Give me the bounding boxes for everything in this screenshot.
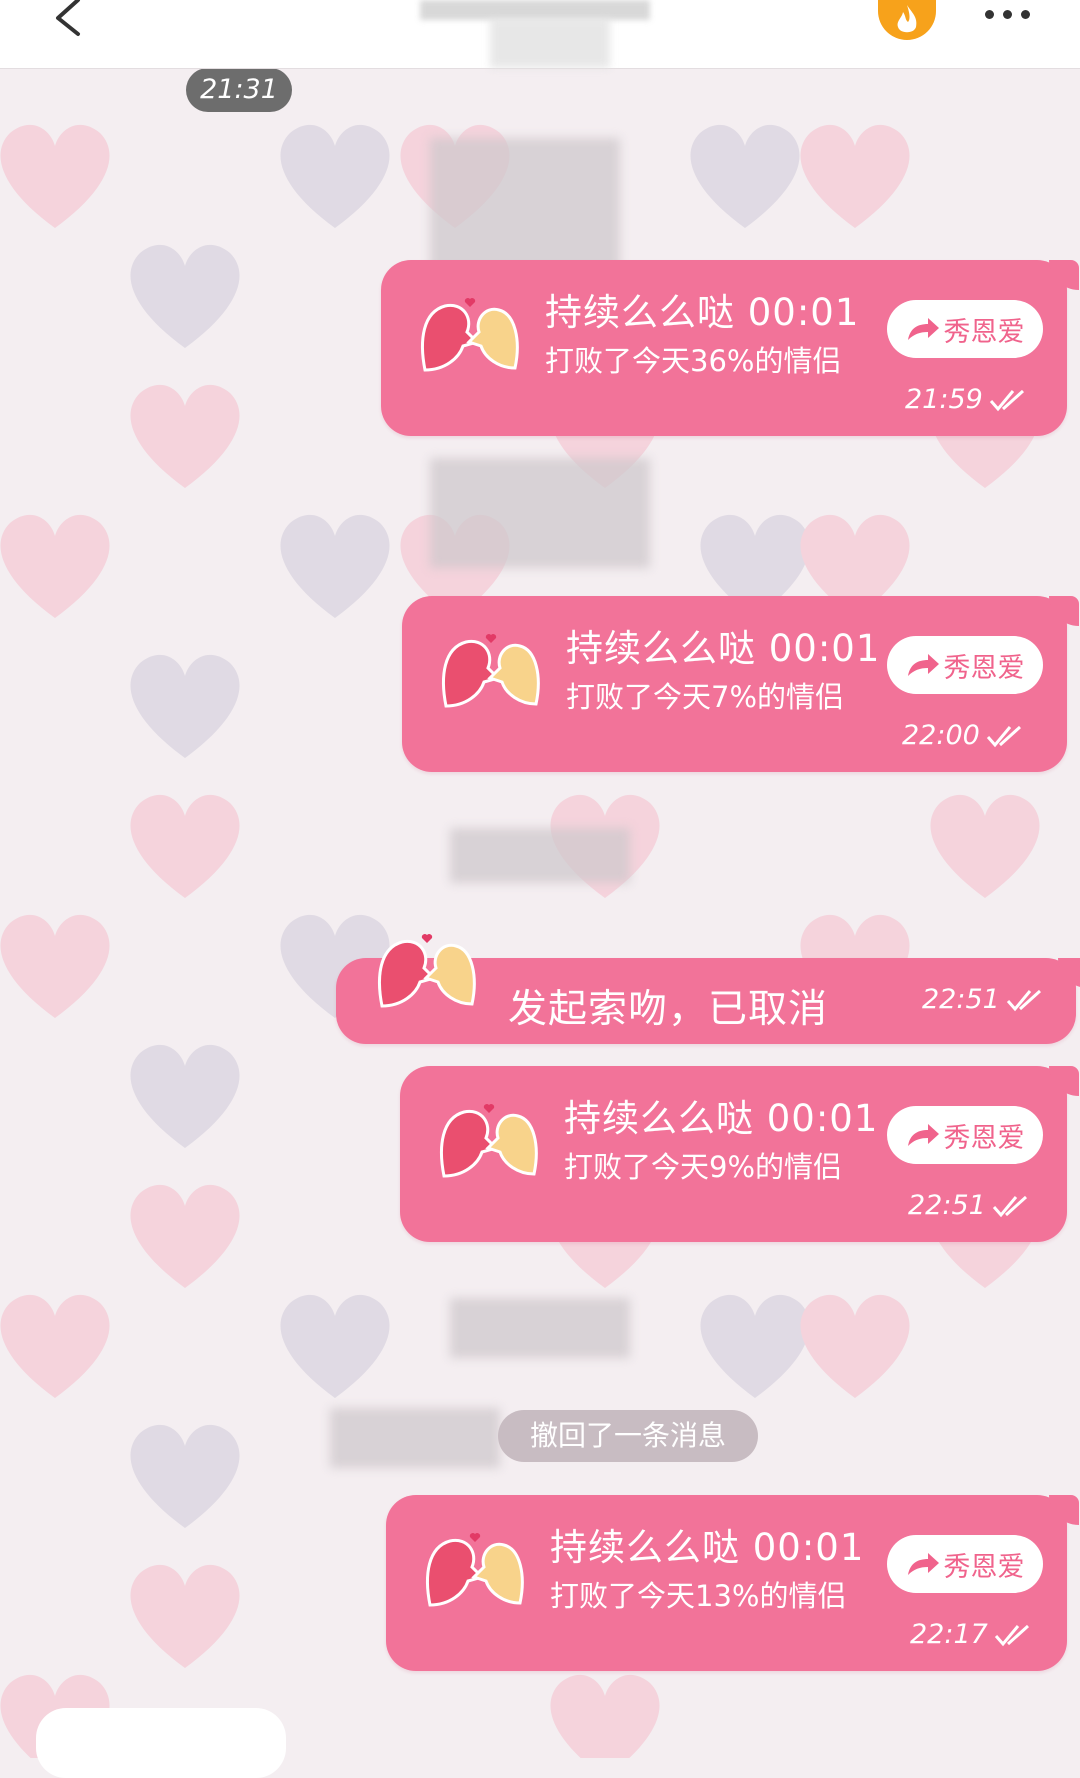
- contact-name-blurred-2: [490, 18, 610, 68]
- kissing-birds-icon: [442, 634, 540, 708]
- kiss-record-message[interactable]: 持续么么哒 00:01 打败了今天13%的情侣 秀恩爱 22:17: [386, 1495, 1079, 1671]
- read-check-icon: [986, 725, 1021, 747]
- partial-received-message[interactable]: [36, 1708, 286, 1778]
- top-bar: [0, 0, 1080, 69]
- back-button[interactable]: [44, 0, 94, 40]
- message-title: 持续么么哒 00:01: [545, 291, 860, 334]
- message-subtitle: 打败了今天13%的情侣: [550, 1579, 847, 1613]
- show-love-label: 秀恩爱: [943, 316, 1025, 348]
- recalled-message-notice: 撤回了一条消息: [498, 1410, 758, 1462]
- blurred-message: [450, 1298, 630, 1358]
- show-love-button[interactable]: 秀恩爱: [887, 1535, 1043, 1593]
- chevron-left-icon: [56, 0, 80, 36]
- read-check-icon: [994, 1624, 1029, 1646]
- flame-icon: [897, 5, 917, 33]
- show-love-button[interactable]: 秀恩爱: [887, 300, 1043, 358]
- show-love-button[interactable]: 秀恩爱: [887, 1106, 1043, 1164]
- kiss-record-message[interactable]: 持续么么哒 00:01 打败了今天7%的情侣 秀恩爱 22:00: [402, 596, 1079, 772]
- read-check-icon: [992, 1195, 1027, 1217]
- message-subtitle: 打败了今天7%的情侣: [566, 680, 845, 714]
- bubble-tail: [1049, 260, 1079, 290]
- message-time: 22:51: [908, 1190, 1030, 1221]
- kissing-birds-icon: [421, 298, 519, 372]
- time-text: 22:00: [902, 720, 980, 751]
- bubble-tail: [1049, 596, 1079, 626]
- bubble-tail: [1058, 958, 1080, 988]
- time-text: 22:51: [908, 1190, 986, 1221]
- read-check-icon: [989, 389, 1024, 411]
- kiss-record-message[interactable]: 持续么么哒 00:01 打败了今天9%的情侣 秀恩爱 22:51: [400, 1066, 1079, 1242]
- message-title: 发起索吻，已取消: [508, 987, 829, 1032]
- show-love-button[interactable]: 秀恩爱: [887, 636, 1043, 694]
- message-time: 21:59: [905, 384, 1027, 415]
- blurred-message: [330, 1408, 500, 1468]
- message-title: 持续么么哒 00:01: [550, 1526, 865, 1569]
- flame-button[interactable]: [878, 0, 936, 40]
- message-time: 22:51: [922, 984, 1044, 1015]
- read-check-icon: [1006, 989, 1041, 1011]
- message-title: 持续么么哒 00:01: [564, 1097, 879, 1140]
- message-subtitle: 打败了今天9%的情侣: [564, 1150, 843, 1184]
- time-text: 22:17: [910, 1619, 988, 1650]
- ellipsis-dot: [1003, 10, 1012, 19]
- ellipsis-dot: [1021, 10, 1030, 19]
- message-subtitle: 打败了今天36%的情侣: [545, 344, 842, 378]
- share-arrow-icon: [907, 654, 939, 676]
- more-options-button[interactable]: [985, 4, 1045, 24]
- message-time: 22:00: [902, 720, 1024, 751]
- contact-name-blurred: [420, 0, 650, 20]
- time-text: 22:51: [922, 984, 1000, 1015]
- kissing-birds-icon: [378, 934, 476, 1008]
- share-arrow-icon: [907, 1124, 939, 1146]
- message-time: 22:17: [910, 1619, 1032, 1650]
- show-love-label: 秀恩爱: [943, 1551, 1025, 1583]
- ellipsis-icon: [985, 10, 994, 19]
- chat-area[interactable]: 21:31 持续么么哒 00:01 打败了今天36%的情侣 秀恩爱 21:59: [0, 68, 1080, 1778]
- kiss-record-message[interactable]: 持续么么哒 00:01 打败了今天36%的情侣 秀恩爱 21:59: [381, 260, 1079, 436]
- blurred-message: [450, 828, 630, 883]
- timestamp-chip: 21:31: [186, 68, 292, 112]
- show-love-label: 秀恩爱: [943, 1122, 1025, 1154]
- show-love-label: 秀恩爱: [943, 652, 1025, 684]
- kiss-request-message[interactable]: 发起索吻，已取消 22:51: [336, 934, 1080, 1044]
- bubble-tail: [1049, 1066, 1079, 1096]
- time-text: 21:59: [905, 384, 983, 415]
- bubble-tail: [1049, 1495, 1079, 1525]
- blurred-message: [430, 458, 650, 568]
- message-title: 持续么么哒 00:01: [566, 627, 881, 670]
- kissing-birds-icon: [440, 1104, 538, 1178]
- share-arrow-icon: [907, 318, 939, 340]
- share-arrow-icon: [907, 1553, 939, 1575]
- kissing-birds-icon: [426, 1533, 524, 1607]
